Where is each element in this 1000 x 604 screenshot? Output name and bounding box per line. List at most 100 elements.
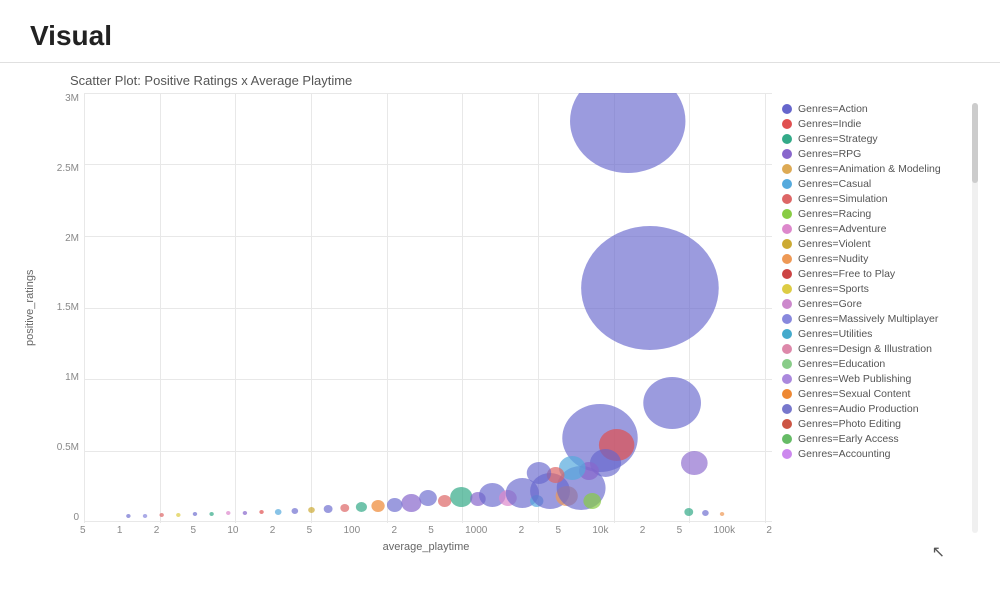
legend-dot-utilities — [782, 329, 792, 339]
legend-dot-audio — [782, 404, 792, 414]
legend-label-violent: Genres=Violent — [798, 238, 870, 250]
legend-dot-freetoplay — [782, 269, 792, 279]
bubble-24 — [226, 511, 230, 515]
legend-dot-sexual — [782, 389, 792, 399]
legend-item-violent: Genres=Violent — [782, 238, 967, 250]
legend-dot-earlyaccess — [782, 434, 792, 444]
bubble-21 — [275, 509, 282, 515]
y-tick-0: 0 — [44, 512, 84, 523]
legend-dot-sports — [782, 284, 792, 294]
legend-item-nudity: Genres=Nudity — [782, 253, 967, 265]
legend-item-casual: Genres=Casual — [782, 178, 967, 190]
legend-dot-webpublishing — [782, 374, 792, 384]
legend-item-animation: Genres=Animation & Modeling — [782, 163, 967, 175]
legend-dot-accounting — [782, 449, 792, 459]
page-title: Visual — [30, 20, 970, 52]
bubble-action-large — [570, 93, 685, 173]
scrollbar-thumb[interactable] — [972, 103, 978, 183]
y-ticks: 3M 2.5M 2M 1.5M 1M 0.5M 0 — [44, 93, 84, 523]
chart-title: Scatter Plot: Positive Ratings x Average… — [70, 73, 772, 88]
legend-item-freetoplay: Genres=Free to Play — [782, 268, 967, 280]
x-tick-500: 5 — [428, 525, 434, 536]
bubble-13 — [401, 494, 421, 512]
legend-item-accounting: Genres=Accounting — [782, 448, 967, 460]
legend-label-adventure: Genres=Adventure — [798, 223, 886, 235]
bubble-30 — [126, 514, 130, 518]
scrollbar-track[interactable] — [972, 103, 980, 587]
legend-dot-nudity — [782, 254, 792, 264]
bubble-14 — [387, 498, 403, 512]
legend-label-nudity: Genres=Nudity — [798, 253, 868, 265]
legend-dot-action — [782, 104, 792, 114]
legend-dot-racing — [782, 209, 792, 219]
x-tick-100: 100 — [343, 525, 360, 536]
x-tick-1: 1 — [117, 525, 123, 536]
legend-label-education: Genres=Education — [798, 358, 885, 370]
bubble-med-2 — [681, 451, 708, 475]
x-tick-2000: 2 — [519, 525, 525, 536]
chart-container: Scatter Plot: Positive Ratings x Average… — [0, 63, 1000, 597]
bubble-20 — [292, 508, 299, 514]
legend-label-audio: Genres=Audio Production — [798, 403, 919, 415]
legend-dot-gore — [782, 299, 792, 309]
bubble-3 — [450, 487, 472, 507]
chart-with-axes: 3M 2.5M 2M 1.5M 1M 0.5M 0 — [44, 93, 772, 523]
legend-dot-violent — [782, 239, 792, 249]
bubble-17 — [340, 504, 349, 512]
legend-label-simulation: Genres=Simulation — [798, 193, 888, 205]
legend-label-freetoplay: Genres=Free to Play — [798, 268, 895, 280]
y-tick-3m: 3M — [44, 93, 84, 104]
x-tick-20: 2 — [270, 525, 276, 536]
bubble-16 — [356, 502, 367, 512]
legend-label-photo: Genres=Photo Editing — [798, 418, 901, 430]
legend-label-earlyaccess: Genres=Early Access — [798, 433, 899, 445]
legend-item-education: Genres=Education — [782, 358, 967, 370]
x-axis-label: average_playtime — [80, 541, 772, 553]
y-tick-1m: 1M — [44, 372, 84, 383]
bubble-18 — [324, 505, 333, 513]
legend-item-webpublishing: Genres=Web Publishing — [782, 373, 967, 385]
y-tick-2m: 2M — [44, 233, 84, 244]
scatter-svg — [84, 93, 772, 523]
legend-item-gore: Genres=Gore — [782, 298, 967, 310]
legend-label-webpublishing: Genres=Web Publishing — [798, 373, 911, 385]
legend-item-photo: Genres=Photo Editing — [782, 418, 967, 430]
legend-label-accounting: Genres=Accounting — [798, 448, 891, 460]
x-tick-05: 5 — [80, 525, 86, 536]
legend-dot-education — [782, 359, 792, 369]
legend-label-gore: Genres=Gore — [798, 298, 862, 310]
legend-label-indie: Genres=Indie — [798, 118, 861, 130]
chart-inner: positive_ratings 3M 2.5M 2M 1.5M 1M 0.5M… — [20, 93, 772, 523]
legend-label-racing: Genres=Racing — [798, 208, 871, 220]
legend-item-indie: Genres=Indie — [782, 118, 967, 130]
bubble-25 — [209, 512, 213, 516]
legend-dot-massively — [782, 314, 792, 324]
chart-area: Scatter Plot: Positive Ratings x Average… — [20, 73, 772, 587]
legend-dot-animation — [782, 164, 792, 174]
legend-dot-simulation — [782, 194, 792, 204]
legend-item-simulation: Genres=Simulation — [782, 193, 967, 205]
bubble-outlier-3 — [684, 508, 693, 516]
chart-legend: Genres=Action Genres=Indie Genres=Strate… — [772, 73, 972, 587]
x-tick-10k: 10k — [592, 525, 608, 536]
legend-item-action: Genres=Action — [782, 103, 967, 115]
legend-item-rpg: Genres=RPG — [782, 148, 967, 160]
y-tick-15m: 1.5M — [44, 302, 84, 313]
legend-item-earlyaccess: Genres=Early Access — [782, 433, 967, 445]
plot-area — [84, 93, 772, 523]
bubble-dense-5 — [527, 462, 551, 484]
x-tick-200: 2 — [391, 525, 397, 536]
legend-item-massively: Genres=Massively Multiplayer — [782, 313, 967, 325]
legend-item-utilities: Genres=Utilities — [782, 328, 967, 340]
legend-label-rpg: Genres=RPG — [798, 148, 861, 160]
legend-item-audio: Genres=Audio Production — [782, 403, 967, 415]
legend-dot-rpg — [782, 149, 792, 159]
x-tick-100k: 100k — [713, 525, 735, 536]
legend-label-strategy: Genres=Strategy — [798, 133, 878, 145]
legend-item-sexual: Genres=Sexual Content — [782, 388, 967, 400]
legend-label-casual: Genres=Casual — [798, 178, 871, 190]
x-ticks-row: 5 1 2 5 10 2 5 100 2 5 1000 2 5 10k 2 5 — [80, 525, 772, 553]
legend-dot-design — [782, 344, 792, 354]
scrollbar-bg — [972, 103, 978, 533]
legend-label-massively: Genres=Massively Multiplayer — [798, 313, 938, 325]
